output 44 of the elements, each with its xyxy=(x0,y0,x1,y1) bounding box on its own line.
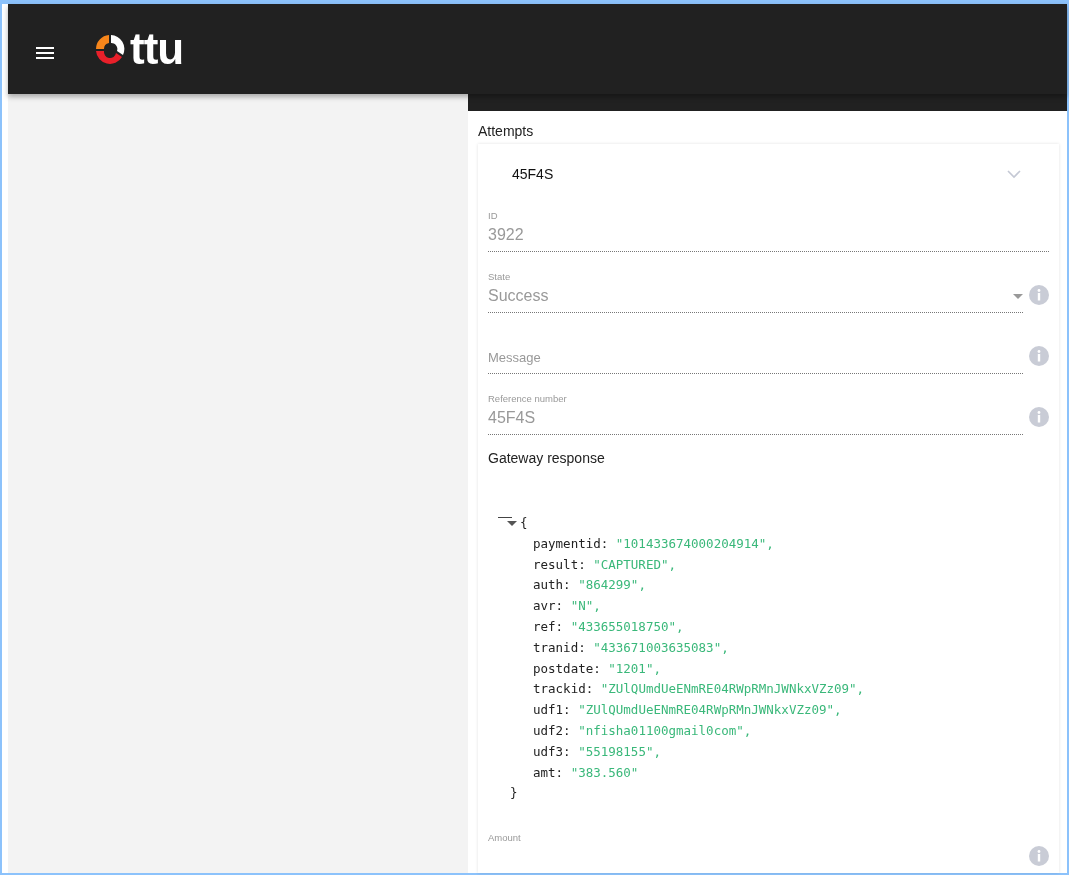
field-label: ID xyxy=(488,208,499,223)
json-key: udf2: xyxy=(533,722,571,738)
json-key: udf3: xyxy=(533,743,571,759)
field-label: State xyxy=(488,269,512,284)
field-value: Success xyxy=(488,286,550,306)
field-label: Reference number xyxy=(488,391,568,406)
info-icon[interactable] xyxy=(1029,407,1049,427)
attempt-title: 45F4S xyxy=(512,164,554,184)
info-icon[interactable] xyxy=(1029,346,1049,366)
json-value: "N", xyxy=(570,598,601,614)
section-title: Gateway response xyxy=(488,449,606,468)
json-value: "55198155", xyxy=(578,743,661,759)
json-value: "ZUlQUmdUeENmRE04RWpRMnJWNkxVZz09", xyxy=(578,702,842,718)
json-key: trackid: xyxy=(533,681,594,697)
dropdown-caret-icon[interactable] xyxy=(1013,293,1023,299)
json-key: amt: xyxy=(533,764,564,780)
json-value: "433671003635083", xyxy=(593,639,729,655)
json-key: udf1: xyxy=(533,702,571,718)
json-value: "433655018750", xyxy=(570,619,684,634)
chevron-icon[interactable] xyxy=(1007,169,1021,179)
logo-text: ttu xyxy=(130,27,184,71)
json-key: avr: xyxy=(533,598,564,614)
section-title: Attempts xyxy=(478,122,535,141)
json-key: tranid: xyxy=(533,639,586,655)
field-label: Amount xyxy=(488,830,522,845)
json-brace: } xyxy=(510,785,518,801)
json-value: "ZUlQUmdUeENmRE04RWpRMnJWNkxVZz09", xyxy=(600,681,865,697)
info-icon[interactable] xyxy=(1029,846,1049,867)
json-value: "1201", xyxy=(608,660,661,676)
json-key: ref: xyxy=(533,619,564,634)
json-brace: { xyxy=(520,514,528,532)
json-key: paymentid: xyxy=(533,535,609,551)
json-value: "383.560" xyxy=(570,764,639,780)
json-value: "864299", xyxy=(578,577,646,593)
json-key: postdate: xyxy=(533,660,601,676)
json-key: auth: xyxy=(533,577,571,593)
field-value: 3922 xyxy=(488,225,525,245)
info-icon[interactable] xyxy=(1029,285,1049,305)
input-field[interactable]: Message xyxy=(488,345,1023,369)
json-key: result: xyxy=(533,556,586,572)
json-value: "CAPTURED", xyxy=(593,556,676,572)
field-value: 45F4S xyxy=(488,408,537,428)
json-value: "101433674000204914", xyxy=(615,535,774,551)
json-value: "nfisha01100gmail0com", xyxy=(578,722,752,738)
